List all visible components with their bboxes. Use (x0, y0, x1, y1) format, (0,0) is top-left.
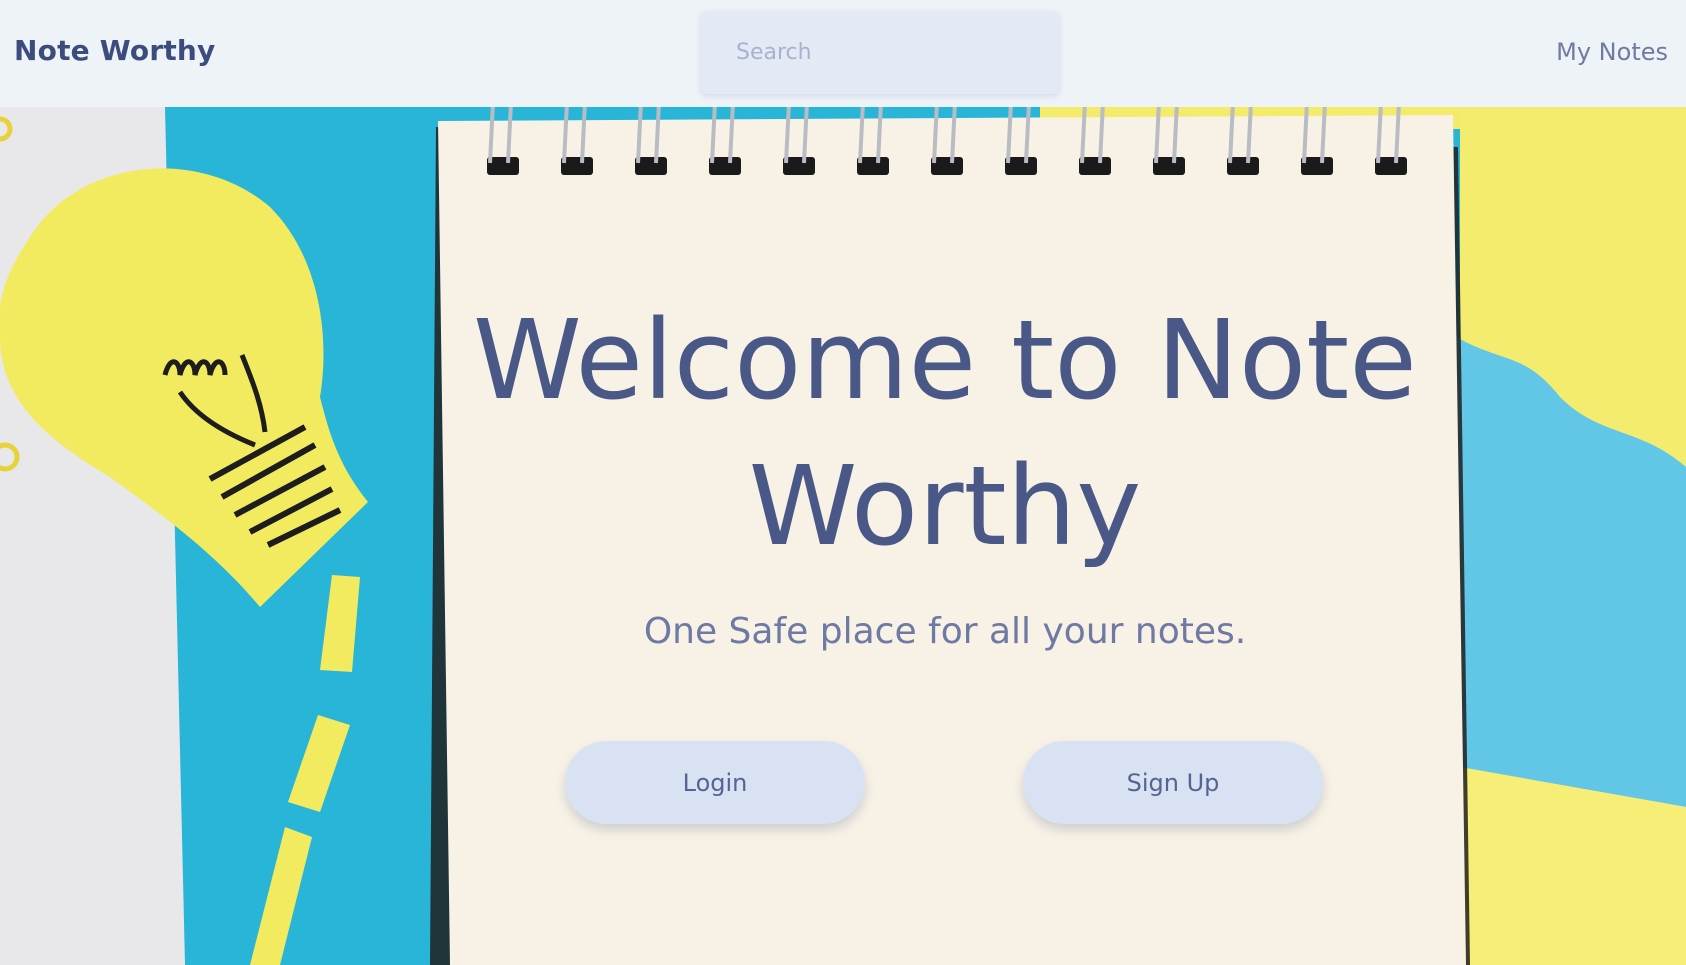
login-button[interactable]: Login (565, 741, 865, 824)
search-input[interactable] (701, 11, 1059, 94)
brand-logo[interactable]: Note Worthy (14, 34, 216, 67)
welcome-heading: Welcome to Note Worthy (440, 287, 1450, 579)
welcome-heading-line1: Welcome to Note (473, 296, 1417, 424)
tagline: One Safe place for all your notes. (643, 611, 1247, 652)
top-navbar: Note Worthy My Notes (0, 0, 1686, 107)
hero-section: Welcome to Note Worthy One Safe place fo… (0, 107, 1686, 965)
signup-button[interactable]: Sign Up (1023, 741, 1323, 824)
welcome-heading-line2: Worthy (748, 442, 1142, 570)
my-notes-link[interactable]: My Notes (1556, 38, 1668, 66)
